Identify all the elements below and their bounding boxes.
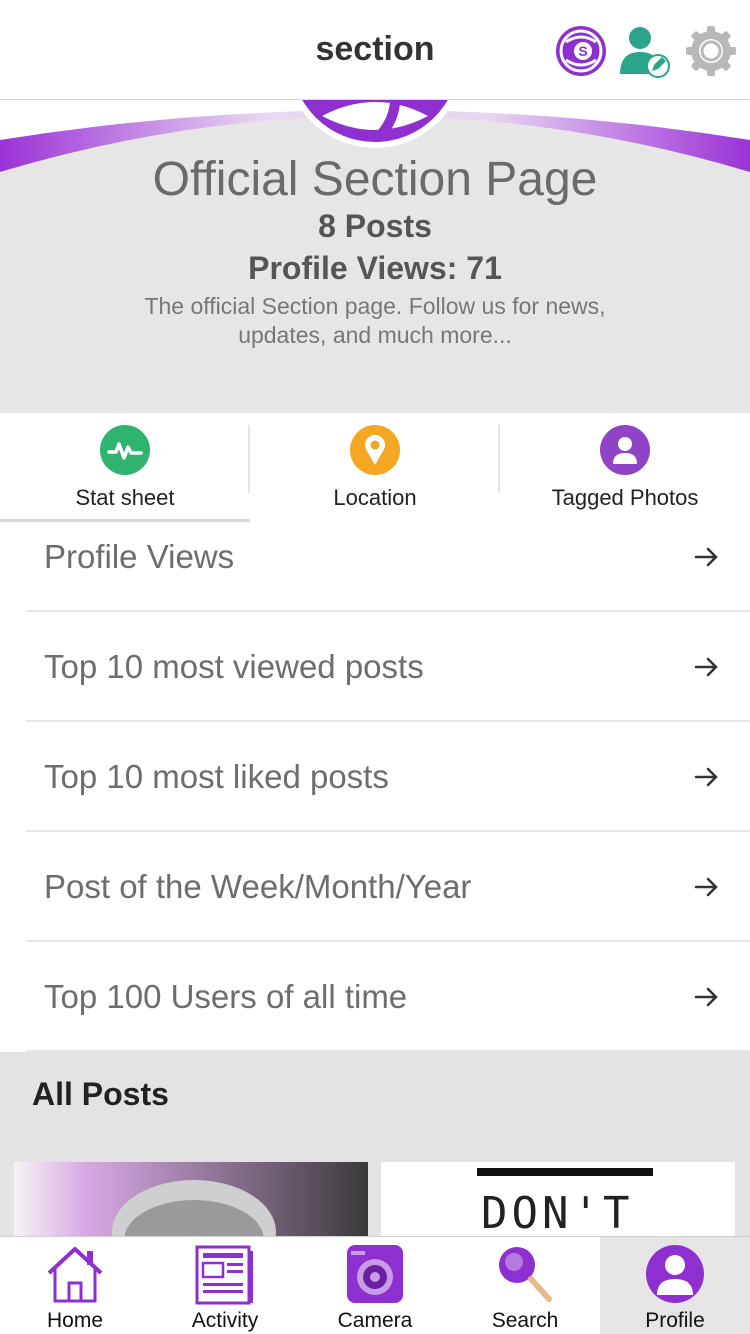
post-thumbnail[interactable]: DON'T (381, 1162, 735, 1242)
post-image (14, 1162, 368, 1242)
profile-header: Official Section Page 8 Posts Profile Vi… (0, 100, 750, 412)
profile-views-count: Profile Views: 71 (248, 250, 502, 286)
person-icon (600, 425, 650, 475)
section-logo-icon[interactable]: S (554, 24, 608, 78)
stat-row-top-viewed[interactable]: Top 10 most viewed posts (26, 612, 750, 722)
tab-label: Stat sheet (75, 485, 175, 510)
profile-tabs: Stat sheet Location Tagged Photos (0, 412, 750, 523)
nav-profile[interactable]: Profile (600, 1237, 750, 1334)
arrow-right-icon (694, 547, 718, 567)
stat-row-post-of-period[interactable]: Post of the Week/Month/Year (26, 832, 750, 942)
stats-icon (100, 425, 150, 475)
avatar[interactable] (282, 100, 468, 152)
edit-profile-icon[interactable] (618, 24, 672, 78)
top-nav-bar: section S (0, 0, 750, 100)
home-icon (47, 1247, 103, 1303)
nav-search[interactable]: Search (450, 1237, 600, 1334)
posts-count: 8 Posts (318, 208, 432, 244)
tab-location[interactable]: Location (250, 413, 500, 523)
stat-row-top-liked[interactable]: Top 10 most liked posts (26, 722, 750, 832)
profile-name: Official Section Page (152, 153, 598, 206)
profile-icon (646, 1245, 704, 1303)
nav-home[interactable]: Home (0, 1237, 150, 1334)
all-posts-section: All Posts DON'T (0, 1052, 750, 1242)
nav-activity[interactable]: Activity (150, 1237, 300, 1334)
arrow-right-icon (694, 877, 718, 897)
all-posts-heading: All Posts (32, 1076, 169, 1112)
stat-row-label: Top 10 most viewed posts (44, 648, 424, 685)
nav-label: Activity (191, 1309, 259, 1332)
tab-label: Tagged Photos (551, 485, 699, 510)
tab-label: Location (333, 485, 417, 510)
gear-icon[interactable] (684, 24, 738, 78)
stat-row-label: Top 100 Users of all time (44, 978, 408, 1015)
tab-tagged-photos[interactable]: Tagged Photos (500, 413, 750, 523)
arrow-right-icon (694, 767, 718, 787)
svg-text:S: S (578, 43, 587, 59)
tab-stat-sheet[interactable]: Stat sheet (0, 413, 250, 523)
nav-label: Search (491, 1309, 559, 1332)
arrow-right-icon (694, 987, 718, 1007)
nav-label: Home (46, 1309, 104, 1332)
nav-label: Profile (645, 1309, 705, 1332)
nav-camera[interactable]: Camera (300, 1237, 450, 1334)
activity-icon (195, 1245, 253, 1305)
stat-row-top-users[interactable]: Top 100 Users of all time (26, 942, 750, 1052)
arrow-right-icon (694, 657, 718, 677)
stat-row-profile-views[interactable]: Profile Views (26, 522, 750, 612)
location-pin-icon (350, 425, 400, 475)
stat-row-label: Top 10 most liked posts (44, 758, 389, 795)
search-icon (499, 1247, 552, 1302)
nav-label: Camera (337, 1309, 413, 1332)
post-image-text: DON'T (481, 1188, 634, 1239)
profile-bio: The official Section page. Follow us for… (144, 293, 606, 348)
stat-row-label: Profile Views (44, 538, 235, 575)
post-image-bar (477, 1168, 653, 1176)
stat-row-label: Post of the Week/Month/Year (44, 868, 472, 905)
post-thumbnail[interactable] (14, 1162, 368, 1242)
bottom-tab-bar: Home Activity Camera Search Profile (0, 1236, 750, 1334)
camera-icon (347, 1245, 403, 1303)
stat-list: Profile Views Top 10 most viewed posts T… (0, 522, 750, 1052)
